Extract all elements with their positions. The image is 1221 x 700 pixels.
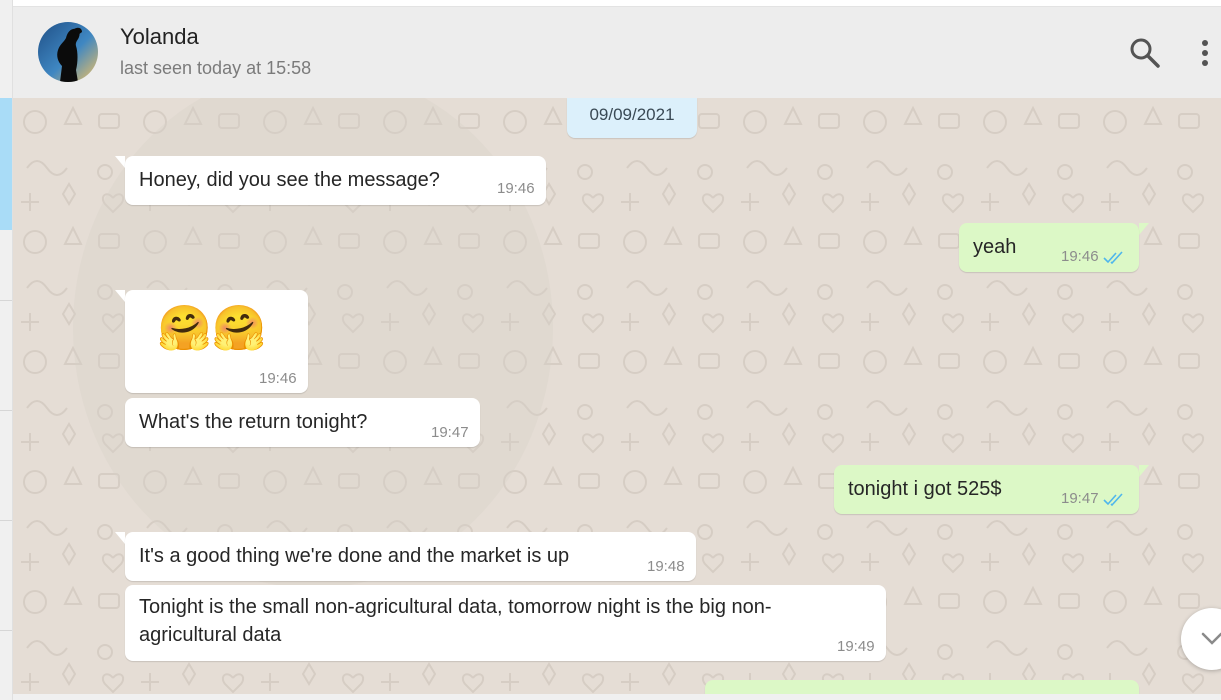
incoming-message[interactable]: Tonight is the small non-agricultural da…	[125, 585, 886, 661]
message-text: What's the return tonight?	[139, 411, 368, 433]
message-time: 19:47	[1061, 490, 1099, 507]
divider	[0, 520, 12, 521]
read-double-check-icon	[1103, 248, 1125, 271]
message-text: tonight i got 525$	[848, 478, 1002, 500]
search-icon[interactable]	[1128, 36, 1162, 70]
avatar[interactable]	[38, 22, 98, 82]
message-text: It's a good thing we're done and the mar…	[139, 545, 570, 567]
divider	[0, 630, 12, 631]
message-time: 19:48	[647, 558, 685, 575]
incoming-message[interactable]: 🤗🤗 19:46	[125, 290, 308, 393]
bubble-tail	[1139, 465, 1149, 477]
chevron-down-icon[interactable]	[1181, 608, 1221, 670]
message-area[interactable]: 09/09/2021 Honey, did you see the messag…	[13, 98, 1221, 700]
last-seen-status: last seen today at 15:58	[120, 58, 312, 78]
message-text: yeah	[973, 236, 1017, 258]
compose-bar-edge	[13, 694, 1221, 700]
message-time: 19:46	[259, 370, 297, 387]
message-text-line-1: Tonight is the small non-agricultural da…	[139, 596, 772, 618]
outgoing-message[interactable]: tonight i got 525$ 19:47	[834, 465, 1139, 514]
message-text-line-2: agricultural data	[139, 624, 282, 646]
chat-header: Yolanda last seen today at 15:58	[13, 6, 1221, 99]
outgoing-message[interactable]: yeah 19:46	[959, 223, 1139, 272]
bubble-tail	[115, 532, 125, 544]
vertical-dots-icon[interactable]	[1195, 35, 1215, 71]
bubble-tail	[1139, 223, 1149, 235]
message-time: 19:47	[431, 424, 469, 441]
message-time: 19:46	[1061, 248, 1099, 265]
divider	[0, 410, 12, 411]
incoming-message[interactable]: What's the return tonight? 19:47	[125, 398, 480, 447]
contact-name[interactable]: Yolanda	[120, 24, 199, 50]
incoming-message[interactable]: Honey, did you see the message? 19:46	[125, 156, 546, 205]
bubble-tail	[115, 156, 125, 168]
message-time: 19:46	[497, 180, 535, 197]
message-time: 19:49	[837, 638, 875, 655]
selected-chat-indicator	[0, 98, 12, 230]
incoming-message[interactable]: It's a good thing we're done and the mar…	[125, 532, 696, 581]
message-emoji: 🤗🤗	[157, 304, 267, 353]
left-panel-edge	[0, 0, 13, 700]
bubble-tail	[115, 290, 125, 302]
date-divider: 09/09/2021	[567, 98, 697, 138]
read-double-check-icon	[1103, 490, 1125, 513]
message-text: Honey, did you see the message?	[139, 169, 440, 191]
divider	[0, 300, 12, 301]
